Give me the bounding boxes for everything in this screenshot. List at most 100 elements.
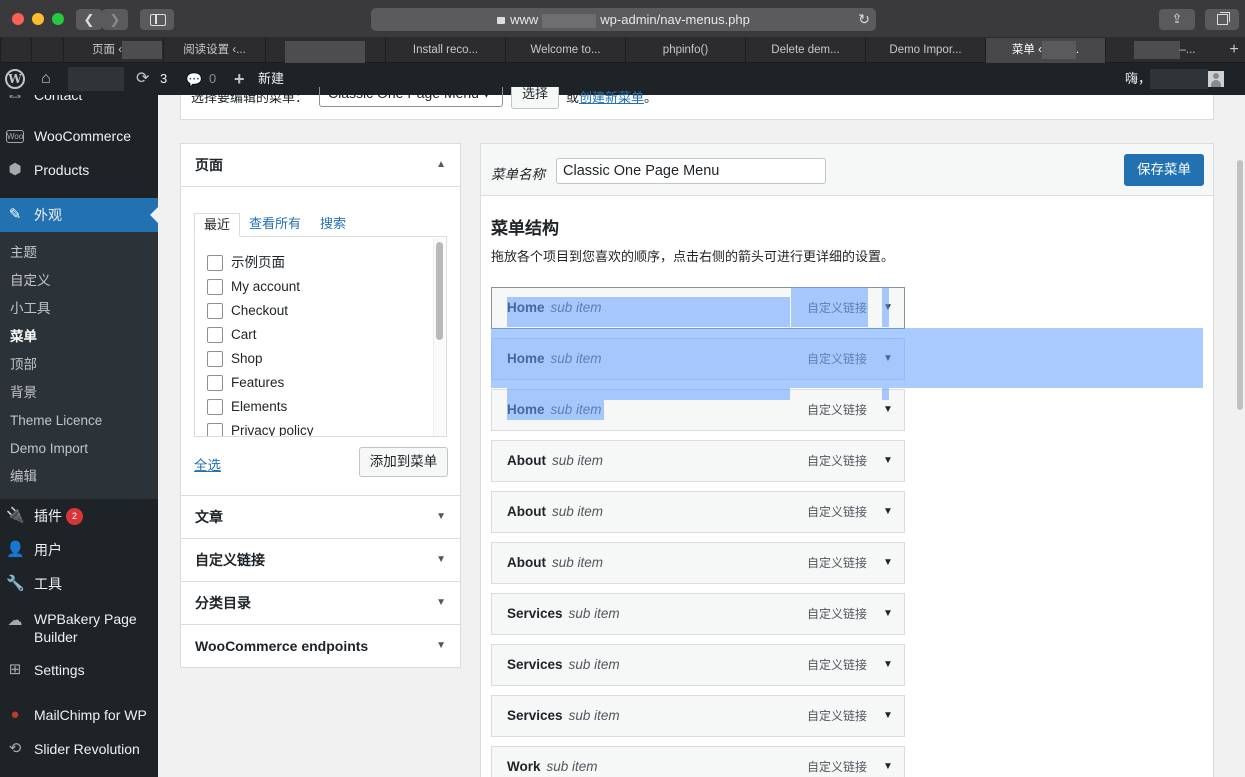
woocommerce-endpoints-box-header[interactable]: WooCommerce endpoints ▼ bbox=[181, 625, 460, 667]
tab-search[interactable]: 搜索 bbox=[320, 213, 346, 237]
address-bar[interactable]: www wp-admin/nav-menus.php ↻ bbox=[371, 8, 876, 31]
menu-name-input[interactable]: Classic One Page Menu bbox=[556, 158, 826, 184]
page-scrollbar[interactable] bbox=[1237, 160, 1243, 410]
expand-arrow-icon[interactable]: ▼ bbox=[883, 390, 893, 430]
menu-item[interactable]: Home sub item 自定义链接 ▼ bbox=[491, 287, 905, 329]
submenu-widgets[interactable]: 小工具 bbox=[10, 295, 51, 323]
wordpress-logo-icon[interactable]: W bbox=[5, 69, 25, 89]
add-to-menu-button[interactable]: 添加到菜单 bbox=[359, 447, 448, 477]
expand-arrow-icon[interactable]: ▼ bbox=[883, 696, 893, 736]
minimize-window-button[interactable] bbox=[32, 13, 44, 25]
pages-scrollbar-thumb[interactable] bbox=[436, 242, 443, 340]
sidebar-item-contact[interactable]: ✉ Contact bbox=[0, 95, 158, 112]
tab-demo-import[interactable]: Demo Impor... bbox=[865, 38, 985, 63]
redacted-username[interactable] bbox=[1150, 69, 1208, 89]
menu-item[interactable]: Home sub item 自定义链接 ▼ bbox=[491, 338, 905, 380]
tab-delete-demo[interactable]: Delete dem... bbox=[745, 38, 865, 63]
tab-reading-settings[interactable]: 阅读设置 ‹... bbox=[163, 38, 265, 63]
expand-arrow-icon[interactable]: ▼ bbox=[883, 543, 893, 583]
redacted-text bbox=[1041, 40, 1076, 59]
tab-redacted-2[interactable]: –... bbox=[1105, 38, 1223, 63]
share-button[interactable]: ⇪ bbox=[1159, 9, 1195, 30]
menu-item[interactable]: Services sub item 自定义链接 ▼ bbox=[491, 593, 905, 635]
page-checkbox[interactable] bbox=[207, 327, 223, 343]
menu-item-type: 自定义链接 bbox=[807, 454, 868, 468]
new-tab-button[interactable]: + bbox=[1223, 38, 1245, 63]
submenu-menus[interactable]: 菜单 bbox=[10, 323, 37, 351]
page-checkbox[interactable] bbox=[207, 399, 223, 415]
page-checkbox[interactable] bbox=[207, 279, 223, 295]
categories-box-header[interactable]: 分类目录 ▼ bbox=[181, 582, 460, 624]
sidebar-item-wpbakery[interactable]: ☁ WPBakery Page Builder bbox=[0, 604, 158, 652]
forward-button[interactable]: ❯ bbox=[102, 9, 128, 30]
redacted-site-name[interactable] bbox=[68, 67, 124, 91]
custom-links-box-header[interactable]: 自定义链接 ▼ bbox=[181, 539, 460, 581]
updates-count[interactable]: 3 bbox=[160, 63, 167, 95]
sidebar-item-settings[interactable]: ⊞ Settings bbox=[0, 653, 158, 687]
submenu-themes[interactable]: 主题 bbox=[10, 239, 37, 267]
submenu-theme-licence[interactable]: Theme Licence bbox=[10, 407, 102, 435]
tab-pinned[interactable] bbox=[31, 38, 63, 63]
page-checkbox[interactable] bbox=[207, 423, 223, 436]
avatar[interactable] bbox=[1208, 71, 1224, 87]
tab-install[interactable]: Install reco... bbox=[385, 38, 505, 63]
page-checkbox[interactable] bbox=[207, 375, 223, 391]
sidebar-item-plugins[interactable]: 🔌 插件 2 bbox=[0, 499, 158, 533]
expand-arrow-icon[interactable]: ▼ bbox=[883, 645, 893, 685]
sidebar-item-products[interactable]: ⬢ Products bbox=[0, 153, 158, 187]
sidebar-item-mailchimp[interactable]: ● MailChimp for WP bbox=[0, 698, 158, 732]
menu-item[interactable]: About sub item 自定义链接 ▼ bbox=[491, 542, 905, 584]
submenu-customize[interactable]: 自定义 bbox=[10, 267, 51, 295]
tab-pinned[interactable] bbox=[0, 38, 31, 63]
menu-item-title: Services sub item bbox=[507, 657, 620, 672]
back-button[interactable]: ❮ bbox=[76, 9, 102, 30]
page-checkbox[interactable] bbox=[207, 303, 223, 319]
close-window-button[interactable] bbox=[12, 13, 24, 25]
sidebar-item-tools[interactable]: 🔧 工具 bbox=[0, 567, 158, 601]
tab-most-recent[interactable]: 最近 bbox=[194, 213, 241, 237]
menu-item[interactable]: Home sub item 自定义链接 ▼ bbox=[491, 389, 905, 431]
menu-item[interactable]: About sub item 自定义链接 ▼ bbox=[491, 440, 905, 482]
menu-item[interactable]: Work sub item 自定义链接 ▼ bbox=[491, 746, 905, 777]
expand-arrow-icon[interactable]: ▼ bbox=[883, 441, 893, 481]
select-menu-button[interactable]: 选择 bbox=[511, 87, 559, 109]
create-new-menu-link[interactable]: 创建新菜单 bbox=[579, 90, 644, 105]
submenu-editor[interactable]: 编辑 bbox=[10, 463, 37, 491]
expand-arrow-icon[interactable]: ▼ bbox=[883, 288, 893, 328]
tab-view-all[interactable]: 查看所有 bbox=[249, 213, 301, 237]
reload-icon[interactable]: ↻ bbox=[858, 8, 870, 31]
zoom-window-button[interactable] bbox=[52, 13, 64, 25]
page-checkbox[interactable] bbox=[207, 351, 223, 367]
home-icon[interactable]: ⌂ bbox=[41, 63, 51, 95]
updates-icon[interactable]: ⟳ bbox=[136, 63, 149, 95]
submenu-header[interactable]: 顶部 bbox=[10, 351, 37, 379]
pages-box-header[interactable]: 页面 ▲ bbox=[181, 144, 460, 186]
sidebar-item-appearance[interactable]: ✎ 外观 bbox=[0, 198, 158, 232]
menu-item[interactable]: Services sub item 自定义链接 ▼ bbox=[491, 644, 905, 686]
menu-select-dropdown[interactable]: Classic One Page Menu ▾ bbox=[319, 86, 503, 107]
tab-phpinfo[interactable]: phpinfo() bbox=[625, 38, 745, 63]
expand-arrow-icon: ▼ bbox=[436, 597, 446, 608]
expand-arrow-icon[interactable]: ▼ bbox=[883, 594, 893, 634]
sidebar-item-woocommerce[interactable]: Woo WooCommerce bbox=[0, 119, 158, 153]
howdy-label[interactable]: 嗨， bbox=[1125, 63, 1151, 95]
tab-menus[interactable]: 菜单 ‹. bbox=[985, 38, 1105, 63]
menu-item[interactable]: About sub item 自定义链接 ▼ bbox=[491, 491, 905, 533]
sidebar-item-slider-revolution[interactable]: ⟲ Slider Revolution bbox=[0, 732, 158, 766]
show-tabs-button[interactable] bbox=[1205, 9, 1239, 30]
tab-pages[interactable]: 页面 ‹ bbox=[63, 38, 163, 63]
menu-item[interactable]: Services sub item 自定义链接 ▼ bbox=[491, 695, 905, 737]
sidebar-item-users[interactable]: 👤 用户 bbox=[0, 533, 158, 567]
page-checkbox[interactable] bbox=[207, 255, 223, 271]
submenu-demo-import[interactable]: Demo Import bbox=[10, 435, 88, 463]
expand-arrow-icon[interactable]: ▼ bbox=[883, 747, 893, 777]
plugin-update-badge: 2 bbox=[66, 508, 83, 525]
tab-welcome[interactable]: Welcome to... bbox=[505, 38, 625, 63]
save-menu-button[interactable]: 保存菜单 bbox=[1124, 154, 1204, 186]
expand-arrow-icon[interactable]: ▼ bbox=[883, 339, 893, 379]
sidebar-toggle-button[interactable] bbox=[140, 9, 174, 30]
expand-arrow-icon[interactable]: ▼ bbox=[883, 492, 893, 532]
submenu-background[interactable]: 背景 bbox=[10, 379, 37, 407]
posts-box-header[interactable]: 文章 ▼ bbox=[181, 496, 460, 538]
select-all-link[interactable]: 全选 bbox=[194, 454, 221, 474]
